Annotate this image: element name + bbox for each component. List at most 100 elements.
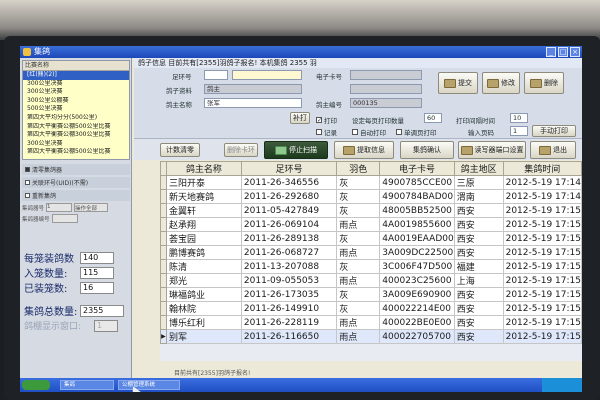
table-cell[interactable]: 2011-26-068727	[240, 245, 338, 260]
table-cell[interactable]: 2011-26-292680	[240, 189, 338, 204]
table-cell[interactable]: 2011-26-069104	[240, 217, 338, 232]
clear-count-button[interactable]: 计数清零	[160, 143, 200, 157]
table-cell[interactable]: 博乐红利	[165, 315, 242, 330]
table-cell[interactable]: 灰	[336, 231, 381, 246]
table-cell[interactable]: 三阳开泰	[165, 175, 242, 190]
table-cell[interactable]: 4900784BAD00	[379, 189, 455, 204]
close-icon[interactable]: ×	[570, 47, 580, 57]
table-cell[interactable]: 灰	[336, 287, 381, 302]
list-item[interactable]: 第四大平衡赛公棚300公里比赛	[23, 131, 129, 140]
table-row[interactable]: ▶ 别军 2011-26-116650 雨点 400022705700 西安 2012-5-…	[160, 329, 582, 344]
table-row[interactable]: 陈清 2011-13-207088 灰 3C006F47D500 福建 2012-5-19…	[160, 259, 582, 274]
total-collected-field[interactable]: 2355	[80, 304, 124, 317]
maximize-icon[interactable]: □	[558, 47, 568, 57]
column-header[interactable]: 鸽主名称	[165, 161, 242, 176]
auto-print-check[interactable]: 自动打印	[352, 127, 386, 137]
table-row[interactable]: 翰林院 2011-26-149910 灰 400022214E00 西安 2012-5-1…	[160, 301, 582, 316]
electronic-ring-field-2[interactable]	[350, 84, 422, 94]
table-cell[interactable]: 西安	[453, 315, 504, 330]
table-cell[interactable]: 雨点	[336, 245, 381, 260]
foot-ring-prefix-field[interactable]	[204, 70, 228, 80]
table-cell[interactable]: 金翼轩	[165, 203, 242, 218]
start-button[interactable]	[22, 380, 50, 390]
single-print-check[interactable]: 单调页打印	[396, 127, 437, 137]
table-cell[interactable]: 2012-5-19 17:15	[502, 273, 582, 288]
table-cell[interactable]: 西安	[453, 217, 504, 232]
list-item[interactable]: 第四大平衡赛公棚500公里比赛	[23, 148, 129, 157]
table-cell[interactable]: 3C006F47D500	[379, 259, 455, 274]
table-cell[interactable]: 2012-5-19 17:15	[502, 259, 582, 274]
column-header[interactable]: 羽色	[336, 161, 381, 176]
owner-name-field[interactable]: 张军	[204, 98, 302, 108]
table-cell[interactable]: 2012-5-19 17:15	[502, 203, 582, 218]
checkbox-icon[interactable]	[396, 129, 402, 135]
table-cell[interactable]: 雨点	[336, 329, 381, 344]
table-cell[interactable]: 2012-5-19 17:15	[502, 217, 582, 232]
table-cell[interactable]: 灰	[336, 301, 381, 316]
table-cell[interactable]: 2012-5-19 17:14	[502, 175, 582, 190]
list-item[interactable]: 300公里决赛	[23, 88, 129, 97]
table-cell[interactable]: 2011-26-149910	[240, 301, 338, 316]
input-page-spinner[interactable]: 1	[510, 126, 528, 136]
list-item[interactable]: [红(鼎)(2)]	[23, 71, 129, 80]
check-print[interactable]: ✓ 打印	[316, 115, 337, 125]
table-cell[interactable]: 2011-26-228119	[240, 315, 338, 330]
delete-button[interactable]: 删除	[524, 72, 564, 94]
list-item[interactable]: 300公里公棚赛	[23, 97, 129, 106]
list-item[interactable]: 300公里决赛	[23, 140, 129, 149]
table-cell[interactable]: 灰	[336, 175, 381, 190]
table-cell[interactable]: 西安	[453, 301, 504, 316]
club-code-field[interactable]: 000135	[350, 98, 422, 108]
table-cell[interactable]: 雨点	[336, 217, 381, 232]
table-row[interactable]: 荟宝园 2011-26-289138 灰 4A0019EAAD00 西安 2012-5-1…	[160, 231, 582, 246]
collector-number-field[interactable]: 1	[46, 203, 73, 212]
table-cell[interactable]: 西安	[453, 287, 504, 302]
table-cell[interactable]: 新天地赛鸽	[165, 189, 242, 204]
table-cell[interactable]: 雨点	[336, 273, 381, 288]
table-cell[interactable]: 2012-5-19 17:15	[502, 329, 582, 344]
table-cell[interactable]: 灰	[336, 203, 381, 218]
table-row[interactable]: 郑光 2011-09-055053 雨点 400023C25600 上海 2012-5-1…	[160, 273, 582, 288]
foot-ring-field[interactable]	[232, 70, 302, 80]
list-item[interactable]: 500公里决赛	[23, 105, 129, 114]
table-cell[interactable]: 2011-05-427849	[240, 203, 338, 218]
table-cell[interactable]: 2011-26-173035	[240, 287, 338, 302]
table-row[interactable]: 三阳开泰 2011-26-346556 灰 4900785CCE00 三原 2012-5-…	[160, 175, 582, 190]
table-cell[interactable]: 西安	[453, 231, 504, 246]
table-cell[interactable]: 2011-09-055053	[240, 273, 338, 288]
port-setup-button[interactable]: 读写器端口设置	[458, 141, 526, 159]
table-cell[interactable]: 2012-5-19 17:15	[502, 245, 582, 260]
table-row[interactable]: 鹏博赛鸽 2011-26-068727 雨点 3A009DC22500 西安 2012-5…	[160, 245, 582, 260]
option-link-ring[interactable]: 关联环号(UID)(不需)	[22, 177, 130, 188]
checkbox-icon[interactable]	[316, 129, 322, 135]
table-cell[interactable]: 赵承翔	[165, 217, 242, 232]
table-cell[interactable]: 灰	[336, 259, 381, 274]
table-row[interactable]: 琳福鸽业 2011-26-173035 灰 3A009E690900 西安 2012-5-…	[160, 287, 582, 302]
table-cell[interactable]: 荟宝园	[165, 231, 242, 246]
table-cell[interactable]: 400022705700	[379, 329, 455, 344]
table-cell[interactable]: 48005BB52500	[379, 203, 455, 218]
taskbar-item[interactable]: 公棚管理系统	[118, 380, 180, 390]
per-cage-count-field[interactable]: 140	[80, 251, 114, 264]
confirm-collect-button[interactable]: 集鸽确认	[400, 141, 454, 159]
table-cell[interactable]: 三原	[453, 175, 504, 190]
operate-all-button[interactable]: 操作全部	[74, 203, 109, 212]
table-cell[interactable]: 2011-13-207088	[240, 259, 338, 274]
reprint-button[interactable]: 补打	[290, 112, 310, 124]
checkbox-icon[interactable]	[352, 129, 358, 135]
table-cell[interactable]: 2012-5-19 17:15	[502, 231, 582, 246]
table-cell[interactable]: 4900785CCE00	[379, 175, 455, 190]
minimize-icon[interactable]: _	[546, 47, 556, 57]
list-item[interactable]: 第四大平衡赛公棚500公里比赛	[23, 123, 129, 132]
table-cell[interactable]: 4A0019EAAD00	[379, 231, 455, 246]
table-cell[interactable]: 2011-26-346556	[240, 175, 338, 190]
table-cell[interactable]: 西安	[453, 329, 504, 344]
column-header[interactable]: 电子卡号	[379, 161, 455, 176]
delete-ring-button[interactable]: 删除卡环	[224, 143, 258, 157]
table-cell[interactable]: 琳福鸽业	[165, 287, 242, 302]
column-header[interactable]: 足环号	[240, 161, 338, 176]
list-item[interactable]: 300公里决赛	[23, 80, 129, 89]
table-cell[interactable]: 400022BE0E00	[379, 315, 455, 330]
fetch-info-button[interactable]: 提取信息	[334, 141, 394, 159]
table-cell[interactable]: 2011-26-289138	[240, 231, 338, 246]
